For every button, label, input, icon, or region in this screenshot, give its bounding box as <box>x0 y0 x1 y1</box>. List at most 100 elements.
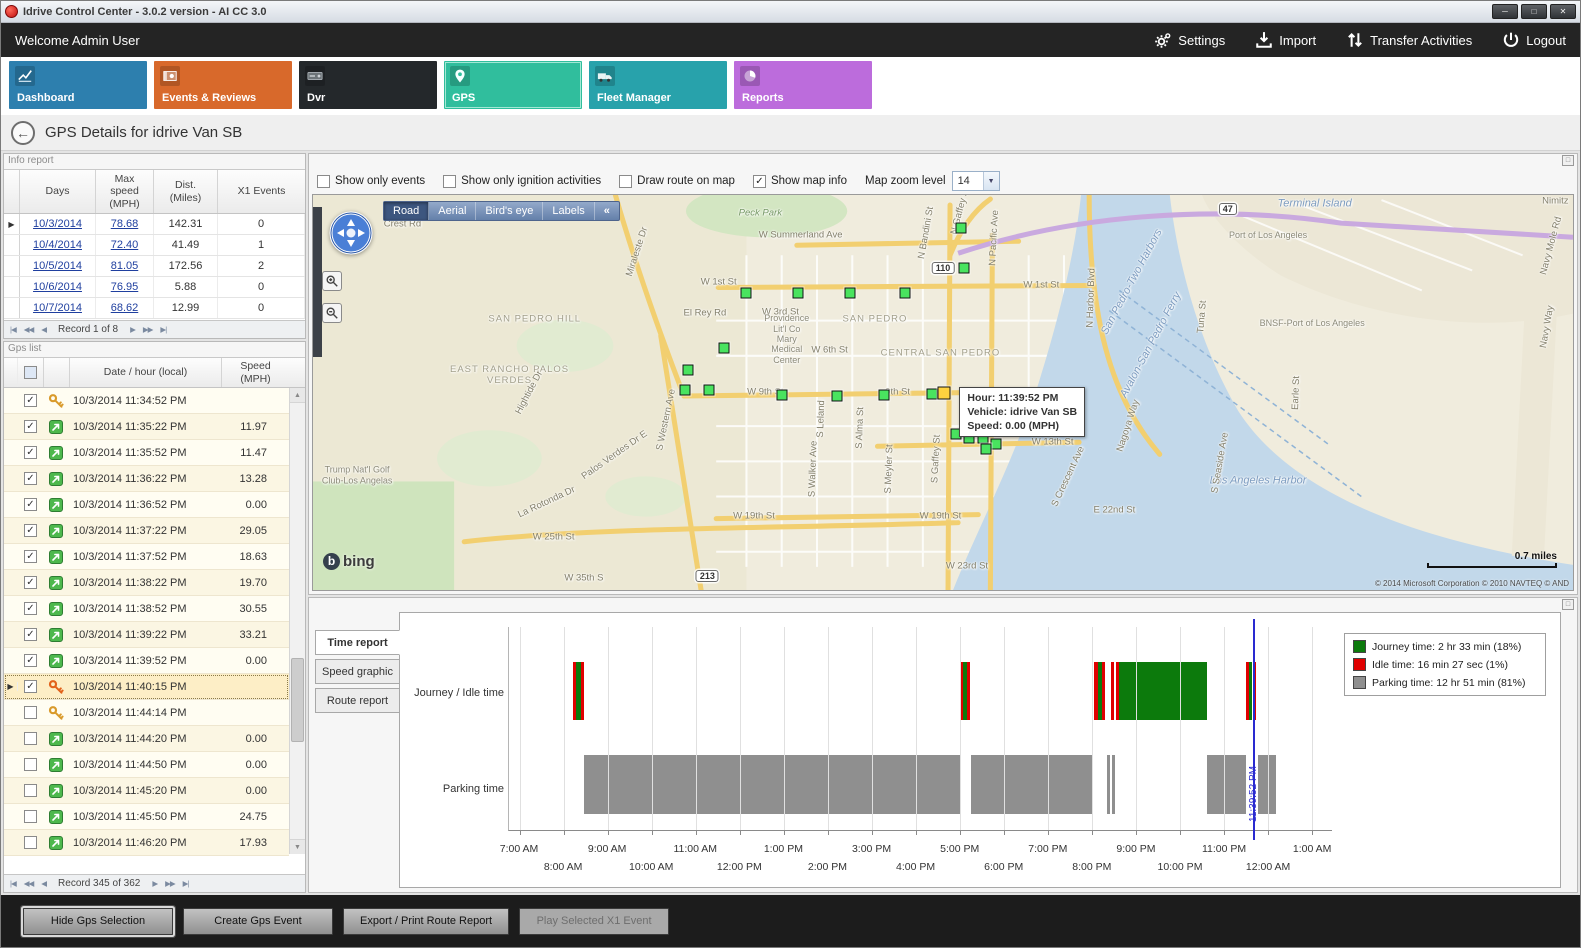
row-checkbox[interactable]: ✓ <box>24 654 37 667</box>
gps-marker[interactable] <box>683 364 694 375</box>
tab-route-report[interactable]: Route report <box>315 688 400 713</box>
col-speed[interactable]: Speed (MPH) <box>222 358 289 387</box>
gps-list-row[interactable]: ✓10/3/2014 11:39:22 PM33.21 <box>4 622 289 648</box>
scrollbar-thumb[interactable] <box>291 658 304 742</box>
pager-last[interactable]: ▶| <box>181 879 191 888</box>
row-checkbox[interactable]: ✓ <box>24 680 37 693</box>
gps-marker[interactable] <box>990 439 1001 450</box>
zoom-out-button[interactable] <box>322 303 342 323</box>
row-checkbox[interactable]: ✓ <box>24 550 37 563</box>
map-collapsed-panel[interactable] <box>313 207 322 357</box>
info-report-row[interactable]: ▶10/3/201478.68142.310 <box>4 214 305 235</box>
pager-prev[interactable]: ◀ <box>39 879 48 888</box>
action-settings[interactable]: Settings <box>1154 31 1225 49</box>
gps-marker[interactable] <box>959 263 970 274</box>
gps-list-row[interactable]: ✓10/3/2014 11:35:52 PM11.47 <box>4 440 289 466</box>
max-speed-link[interactable]: 68.62 <box>96 298 154 318</box>
gps-list-row[interactable]: ✓10/3/2014 11:36:22 PM13.28 <box>4 466 289 492</box>
pager-fast-next[interactable]: ▶▶ <box>163 879 177 888</box>
pager-next[interactable]: ▶ <box>128 325 137 334</box>
gps-list-scrollbar[interactable]: ▲ ▼ <box>289 388 305 854</box>
col-max-speed[interactable]: Max speed (MPH) <box>96 170 154 213</box>
gps-list-row[interactable]: ✓10/3/2014 11:38:22 PM19.70 <box>4 570 289 596</box>
row-checkbox[interactable]: ✓ <box>24 498 37 511</box>
tab-dashboard[interactable]: Dashboard <box>9 61 147 109</box>
max-speed-link[interactable]: 76.95 <box>96 277 154 297</box>
gps-marker[interactable] <box>900 288 911 299</box>
gps-marker[interactable] <box>832 391 843 402</box>
maximize-button[interactable]: □ <box>1521 4 1547 19</box>
day-link[interactable]: 10/7/2014 <box>20 298 96 318</box>
gps-marker[interactable] <box>776 389 787 400</box>
map-bar-collapse-button[interactable]: « <box>595 205 619 217</box>
info-report-row[interactable]: 10/4/201472.4041.491 <box>4 235 305 256</box>
gps-marker[interactable] <box>793 288 804 299</box>
gps-marker[interactable] <box>955 223 966 234</box>
checkbox[interactable] <box>317 175 330 188</box>
scroll-down-icon[interactable]: ▼ <box>290 839 305 854</box>
col-dist[interactable]: Dist. (Miles) <box>154 170 218 213</box>
pager-fast-prev[interactable]: ◀◀ <box>22 325 36 334</box>
gps-list-row[interactable]: ✓10/3/2014 11:37:52 PM18.63 <box>4 544 289 570</box>
map-option-1[interactable]: Show only ignition activities <box>443 175 601 188</box>
action-transfer-activities[interactable]: Transfer Activities <box>1346 31 1472 49</box>
pager-prev[interactable]: ◀ <box>39 325 48 334</box>
max-speed-link[interactable]: 81.05 <box>96 256 154 276</box>
action-import[interactable]: Import <box>1255 31 1316 49</box>
day-link[interactable]: 10/3/2014 <box>20 214 96 234</box>
row-checkbox[interactable] <box>24 836 37 849</box>
row-checkbox[interactable] <box>24 706 37 719</box>
col-x1-events[interactable]: X1 Events <box>218 170 305 213</box>
gps-list-row[interactable]: ✓10/3/2014 11:39:52 PM0.00 <box>4 648 289 674</box>
map-view-aerial[interactable]: Aerial <box>429 202 476 220</box>
map-option-2[interactable]: Draw route on map <box>619 175 735 188</box>
row-checkbox[interactable]: ✓ <box>24 576 37 589</box>
map-option-3[interactable]: ✓Show map info <box>753 175 847 188</box>
row-checkbox[interactable]: ✓ <box>24 524 37 537</box>
day-link[interactable]: 10/5/2014 <box>20 256 96 276</box>
row-checkbox[interactable] <box>24 784 37 797</box>
tab-events-reviews[interactable]: Events & Reviews <box>154 61 292 109</box>
gps-list-row[interactable]: 10/3/2014 11:44:20 PM0.00 <box>4 726 289 752</box>
info-report-row[interactable]: 10/6/201476.955.880 <box>4 277 305 298</box>
day-link[interactable]: 10/4/2014 <box>20 235 96 255</box>
gps-marker[interactable] <box>718 342 729 353</box>
pager-fast-prev[interactable]: ◀◀ <box>22 879 36 888</box>
map-view-road[interactable]: Road <box>384 202 429 220</box>
row-checkbox[interactable] <box>24 758 37 771</box>
gps-marker[interactable] <box>926 389 937 400</box>
hide-gps-selection-button[interactable]: Hide Gps Selection <box>23 908 173 935</box>
info-report-row[interactable]: 10/7/201468.6212.990 <box>4 298 305 319</box>
gps-list-row[interactable]: 10/3/2014 11:45:50 PM24.75 <box>4 804 289 830</box>
gps-list-row[interactable]: 10/3/2014 11:46:20 PM17.93 <box>4 830 289 856</box>
gps-marker[interactable] <box>741 288 752 299</box>
tab-fleet-manager[interactable]: Fleet Manager <box>589 61 727 109</box>
row-checkbox[interactable] <box>24 810 37 823</box>
row-checkbox[interactable]: ✓ <box>24 628 37 641</box>
max-speed-link[interactable]: 72.40 <box>96 235 154 255</box>
gps-list-row[interactable]: ✓10/3/2014 11:36:52 PM0.00 <box>4 492 289 518</box>
row-checkbox[interactable]: ✓ <box>24 394 37 407</box>
export-print-route-report-button[interactable]: Export / Print Route Report <box>343 908 509 935</box>
gps-marker[interactable] <box>679 385 690 396</box>
row-checkbox[interactable] <box>24 732 37 745</box>
gps-list-row[interactable]: 10/3/2014 11:44:14 PM <box>4 700 289 726</box>
gps-marker[interactable] <box>703 385 714 396</box>
map-compass-control[interactable] <box>329 211 373 255</box>
row-checkbox[interactable]: ✓ <box>24 420 37 433</box>
map-view-labels[interactable]: Labels <box>543 202 594 220</box>
scroll-up-icon[interactable]: ▲ <box>290 388 305 403</box>
selected-gps-marker[interactable] <box>938 386 951 399</box>
pager-last[interactable]: ▶| <box>158 325 168 334</box>
gps-list-row[interactable]: ✓10/3/2014 11:37:22 PM29.05 <box>4 518 289 544</box>
info-report-row[interactable]: 10/5/201481.05172.562 <box>4 256 305 277</box>
checkbox[interactable]: ✓ <box>753 175 766 188</box>
row-checkbox[interactable]: ✓ <box>24 602 37 615</box>
gps-marker[interactable] <box>878 389 889 400</box>
map-view-birdseye[interactable]: Bird's eye <box>476 202 543 220</box>
gps-list-row[interactable]: ✓10/3/2014 11:35:22 PM11.97 <box>4 414 289 440</box>
gps-list-row[interactable]: ✓10/3/2014 11:34:52 PM <box>4 388 289 414</box>
tab-dvr[interactable]: Dvr <box>299 61 437 109</box>
row-checkbox[interactable]: ✓ <box>24 446 37 459</box>
gps-list-row[interactable]: ✓10/3/2014 11:38:52 PM30.55 <box>4 596 289 622</box>
